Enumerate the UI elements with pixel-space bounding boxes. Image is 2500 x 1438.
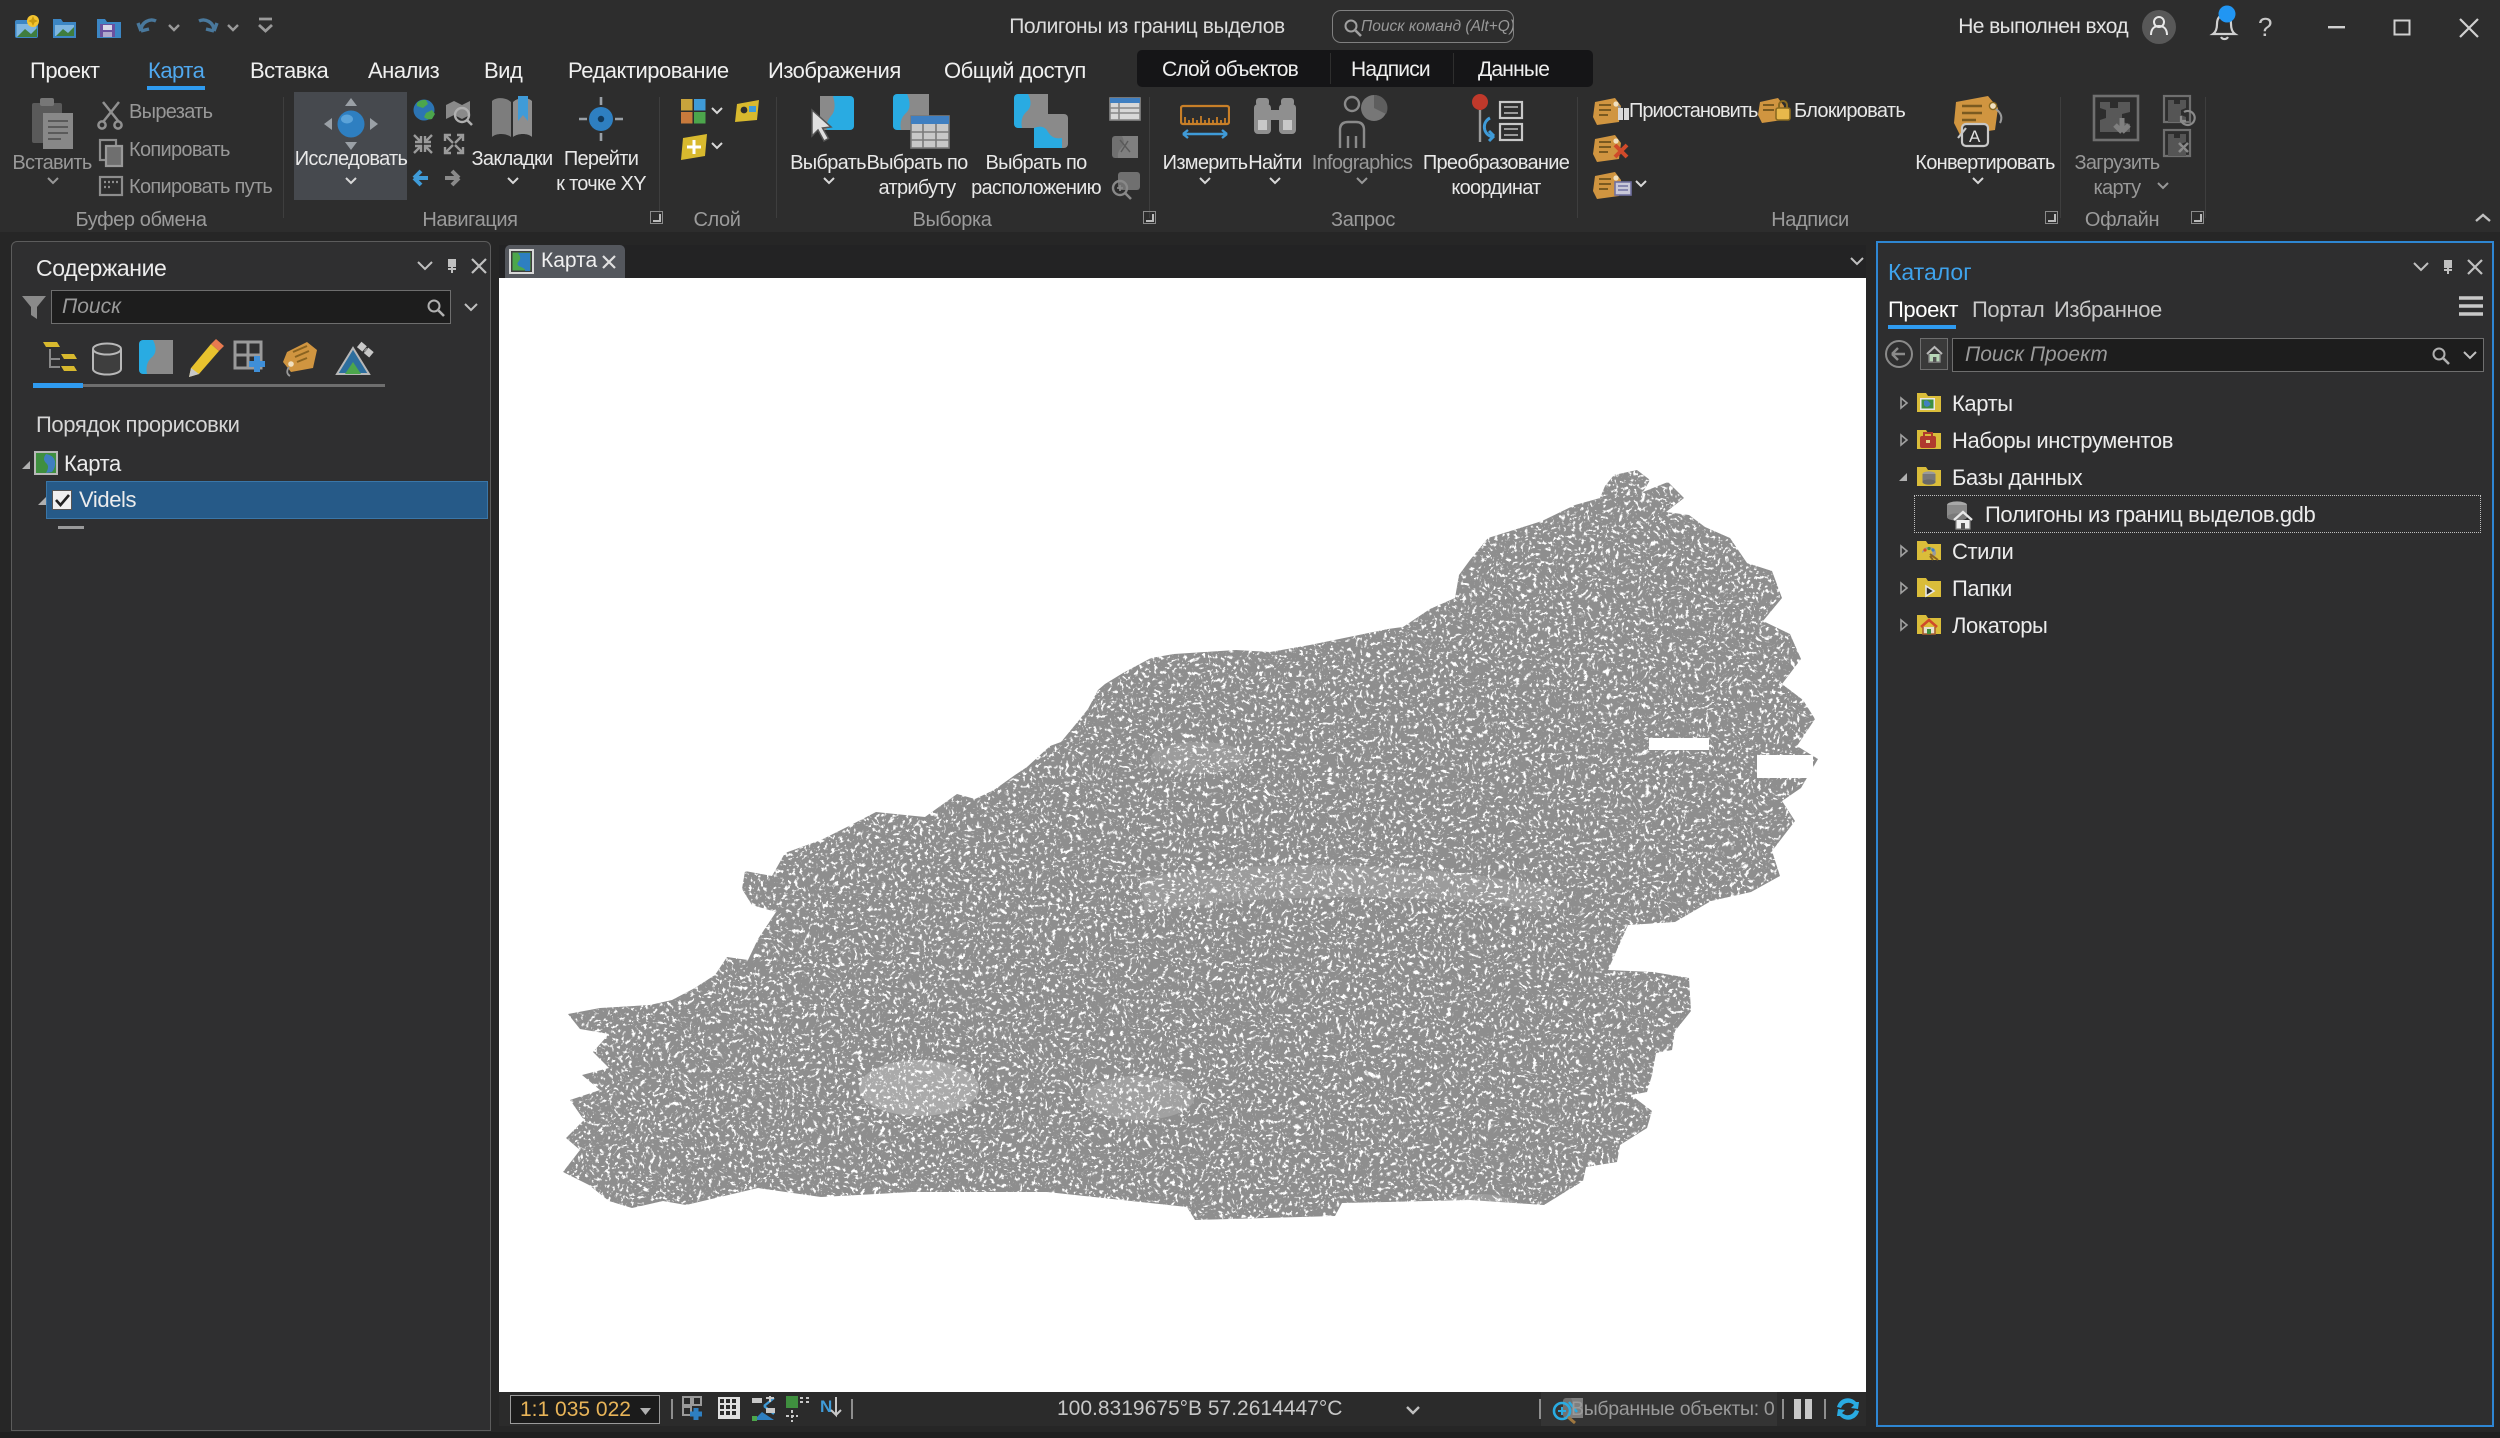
svg-text:A: A [1969,127,1981,146]
svg-text:N: N [820,1397,832,1416]
svg-text:?: ? [2258,12,2272,42]
